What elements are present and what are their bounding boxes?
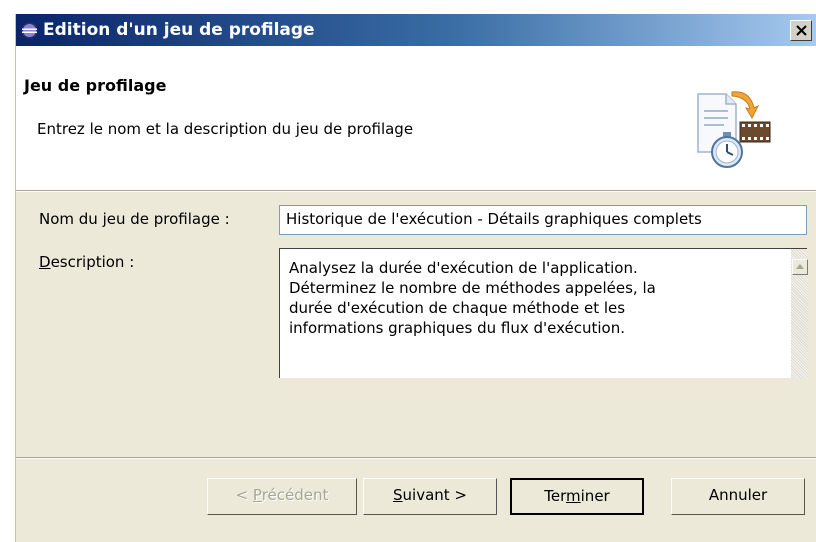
wizard-banner: Jeu de profilage Entrez le nom et la des… bbox=[16, 46, 816, 190]
finish-button[interactable]: Terminer bbox=[510, 478, 644, 515]
wizard-dialog: Edition d'un jeu de profilage Jeu de pro… bbox=[15, 14, 816, 542]
page-title: Jeu de profilage bbox=[24, 76, 167, 95]
description-textarea[interactable]: Analysez la durée d'exécution de l'appli… bbox=[279, 248, 808, 379]
close-icon bbox=[796, 25, 807, 36]
window-title: Edition d'un jeu de profilage bbox=[43, 20, 315, 40]
page-description: Entrez le nom et la description du jeu d… bbox=[37, 120, 414, 138]
description-text[interactable]: Analysez la durée d'exécution de l'appli… bbox=[289, 258, 759, 338]
profiling-set-name-field[interactable]: Historique de l'exécution - Détails grap… bbox=[279, 205, 807, 235]
cancel-button[interactable]: Annuler bbox=[671, 478, 805, 515]
profiling-set-wizard-icon bbox=[697, 91, 771, 168]
previous-button[interactable]: < Précédent bbox=[207, 478, 357, 515]
description-label: Description : bbox=[39, 253, 135, 271]
close-button[interactable] bbox=[790, 20, 812, 41]
next-button[interactable]: Suivant > bbox=[363, 478, 497, 515]
scroll-up-arrow-icon bbox=[796, 264, 804, 269]
name-label: Nom du jeu de profilage : bbox=[39, 210, 230, 228]
scroll-up-button[interactable] bbox=[792, 259, 808, 275]
description-scrollbar[interactable] bbox=[791, 249, 808, 379]
eclipse-icon bbox=[21, 22, 38, 39]
title-bar[interactable]: Edition d'un jeu de profilage bbox=[16, 14, 816, 46]
